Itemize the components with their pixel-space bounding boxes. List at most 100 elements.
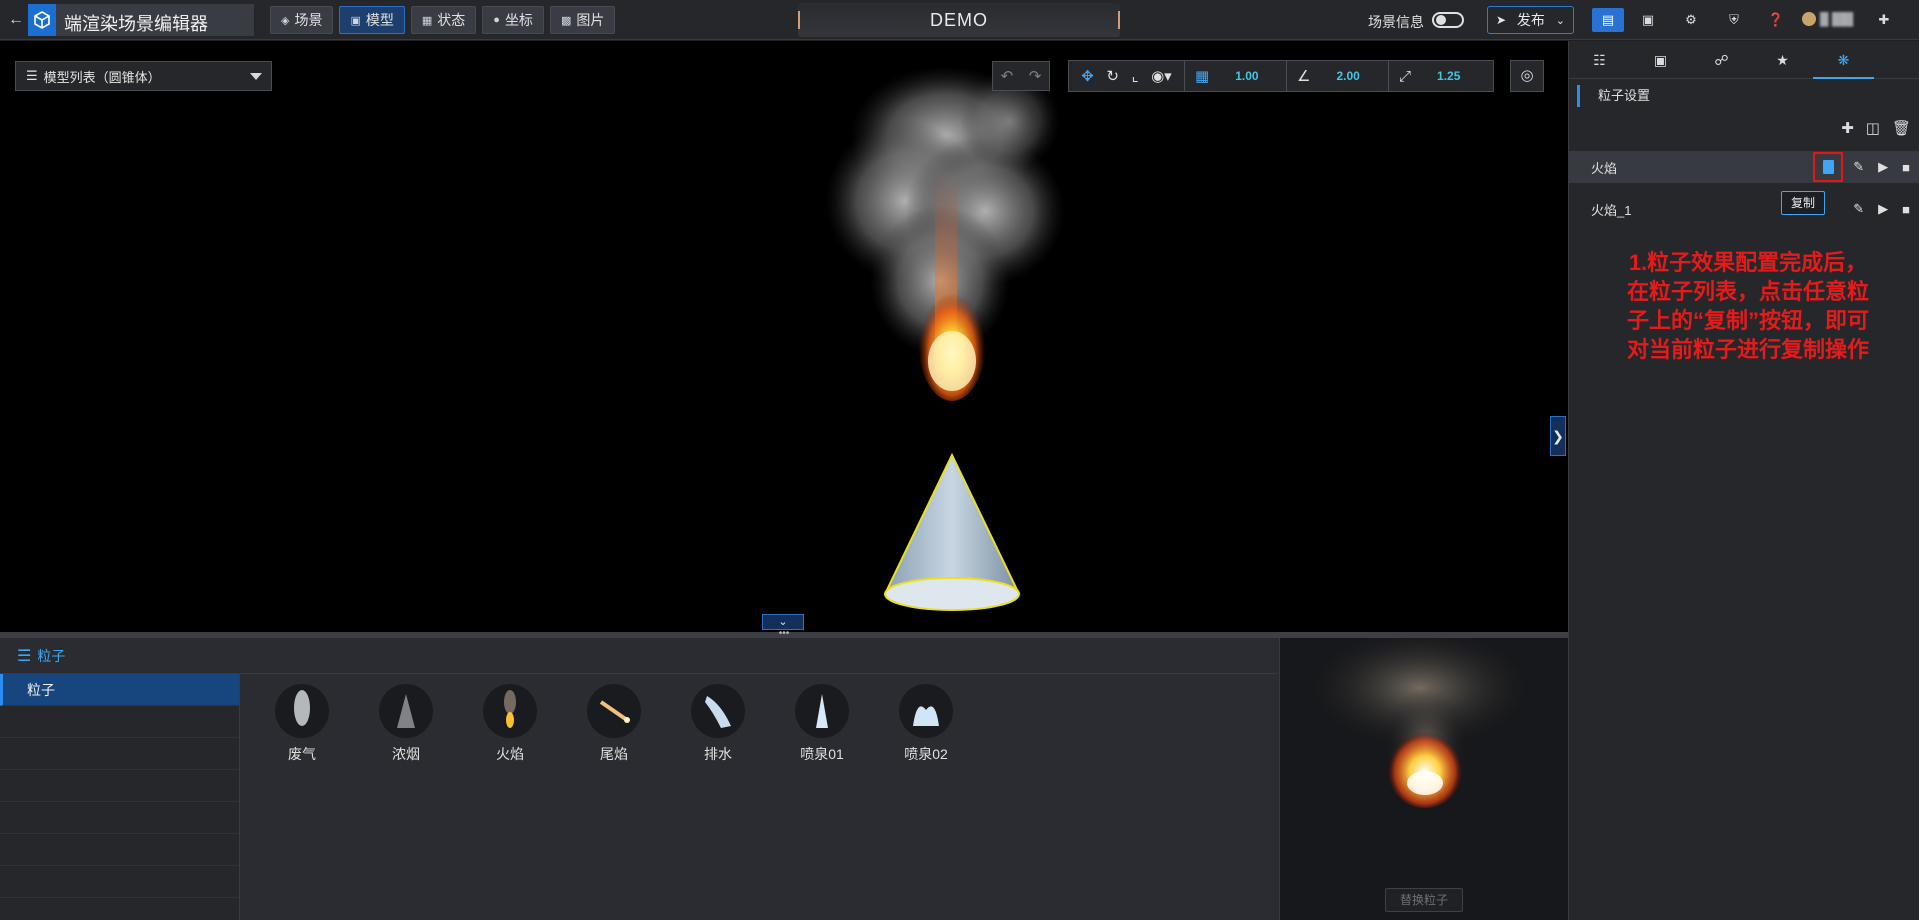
nav-image-label: 图片: [576, 12, 605, 28]
menu-icon: ☰: [26, 68, 38, 83]
editor-app: ← 端渲染场景编辑器 ◈ 场景 ▣ 模型 ▦ 状态 ● 坐标 ▩ 图片 DEMO 场景信息…: [0, 0, 1919, 920]
category-row-empty: [0, 802, 239, 834]
camera-mode-icon[interactable]: ◉▾: [1151, 67, 1172, 85]
nav-scene-label: 场景: [294, 12, 323, 28]
nav-image-button[interactable]: ▩ 图片: [549, 6, 616, 34]
category-item-particle[interactable]: 粒子: [0, 674, 239, 706]
trash-icon[interactable]: 🗑: [1892, 119, 1911, 137]
model-list-select[interactable]: ☰ 模型列表（圆锥体）: [15, 61, 272, 91]
angle-snap[interactable]: ∠ 2.00: [1287, 61, 1389, 91]
fire-thumb-icon: [483, 684, 537, 738]
fountain01-thumb-icon: [795, 684, 849, 738]
scene-info-label: 场景信息: [1368, 14, 1424, 30]
tail-flame-thumb-icon: [587, 684, 641, 738]
annotation-line: 1.粒子效果配置完成后，: [1628, 250, 1868, 275]
pin-tool-icon[interactable]: ✚: [1874, 10, 1894, 30]
particle-row[interactable]: 火焰 ✎ ▶ ■: [1569, 151, 1919, 183]
grid-snap[interactable]: ▦ 1.00: [1185, 61, 1287, 91]
nav-scene-button[interactable]: ◈ 场景: [270, 6, 334, 34]
category-row-empty: [0, 706, 239, 738]
axis-icon[interactable]: ⌞: [1132, 67, 1139, 85]
particle-item-fountain01[interactable]: 喷泉01: [770, 684, 874, 764]
stop-icon[interactable]: ■: [1902, 160, 1910, 175]
replace-particle-button[interactable]: 替换粒子: [1385, 888, 1463, 912]
nav-coord-button[interactable]: ● 坐标: [482, 6, 544, 34]
particle-item-drain[interactable]: 排水: [666, 684, 770, 764]
tab-animation-icon[interactable]: ☍: [1691, 41, 1752, 79]
tab-hierarchy-icon[interactable]: ☷: [1569, 41, 1630, 79]
camera-reset-icon[interactable]: ◎: [1510, 60, 1544, 92]
model-select-value: 模型列表（圆锥体）: [43, 69, 161, 85]
add-icon[interactable]: ✚: [1841, 119, 1854, 137]
scale-snap[interactable]: ⤢ 1.25: [1389, 61, 1493, 91]
exhaust-thumb-icon: [275, 684, 329, 738]
rotate-icon[interactable]: ↻: [1106, 67, 1119, 85]
tab-material-icon[interactable]: ▣: [1630, 41, 1691, 79]
preview-icon[interactable]: ▣: [1638, 10, 1658, 30]
redo-icon[interactable]: ↷: [1029, 67, 1042, 85]
particle-list-actions: ✚ ◫ 🗑: [1841, 119, 1911, 137]
play-icon[interactable]: ▶: [1878, 201, 1888, 217]
particle-label: 火焰: [496, 746, 524, 762]
particle-label: 尾焰: [600, 746, 628, 762]
avatar[interactable]: [1802, 12, 1816, 26]
particle-library-panel: ••• ☰ 粒子 粒子 废气 浓烟 火焰 尾焰 排水 喷泉01 喷泉02 替换粒…: [0, 629, 1568, 920]
3d-viewport[interactable]: ☰ 模型列表（圆锥体） ↶ ↷ ✥ ↻ ⌞ ◉▾ ▦ 1.00 ∠ 2.00 ⤢…: [0, 41, 1568, 632]
demo-title-box: DEMO: [798, 3, 1120, 37]
tutorial-annotation: 1.粒子效果配置完成后， 在粒子列表，点击任意粒 子上的“复制”按钮，即可 对当…: [1598, 248, 1898, 364]
tab-favorites-icon[interactable]: ★: [1752, 41, 1813, 79]
bracket-icon[interactable]: ◫: [1866, 119, 1880, 137]
angle-snap-value: 2.00: [1336, 69, 1360, 83]
edit-icon[interactable]: ✎: [1853, 159, 1864, 175]
demo-title: DEMO: [930, 10, 988, 30]
preview-render: [1310, 638, 1530, 808]
pin-icon: ●: [493, 14, 500, 26]
particle-item-smoke[interactable]: 浓烟: [354, 684, 458, 764]
particle-item-exhaust[interactable]: 废气: [250, 684, 354, 764]
save-icon[interactable]: ▤: [1592, 8, 1624, 32]
stop-icon[interactable]: ■: [1902, 202, 1910, 217]
caret-down-icon: [250, 73, 262, 80]
particle-item-fire[interactable]: 火焰: [458, 684, 562, 764]
category-row-empty: [0, 770, 239, 802]
scene-info-toggle[interactable]: [1432, 12, 1464, 28]
nav-model-button[interactable]: ▣ 模型: [339, 6, 405, 34]
app-title-box: 端渲染场景编辑器: [56, 4, 254, 36]
particle-item-fountain02[interactable]: 喷泉02: [874, 684, 978, 764]
publish-label: 发布: [1516, 12, 1545, 28]
grid-icon: ▦: [421, 14, 433, 27]
grid-snap-value: 1.00: [1235, 69, 1259, 83]
right-panel-tabs: ☷ ▣ ☍ ★ ❋: [1569, 41, 1919, 79]
nav-state-button[interactable]: ▦ 状态: [410, 6, 477, 34]
nav-state-label: 状态: [437, 12, 466, 28]
cube-icon: ▣: [350, 14, 361, 27]
particle-label: 排水: [704, 746, 732, 762]
particle-library-header: ☰ 粒子: [0, 638, 1277, 674]
annotation-line: 子上的“复制”按钮，即可: [1626, 308, 1869, 333]
undo-icon[interactable]: ↶: [1001, 67, 1014, 85]
particle-row-name: 火焰: [1591, 160, 1618, 176]
transform-toolbar: ✥ ↻ ⌞ ◉▾ ▦ 1.00 ∠ 2.00 ⤢ 1.25: [1068, 60, 1494, 92]
fountain02-thumb-icon: [899, 684, 953, 738]
expand-right-chevron-icon[interactable]: ❯: [1550, 416, 1566, 456]
move-icon[interactable]: ✥: [1081, 67, 1094, 85]
menu-icon: ☰: [17, 647, 32, 665]
copy-button[interactable]: [1813, 152, 1844, 182]
drain-thumb-icon: [691, 684, 745, 738]
particle-label: 浓烟: [392, 746, 420, 762]
edit-icon[interactable]: ✎: [1853, 201, 1864, 217]
settings-gear-icon[interactable]: ⚙: [1681, 10, 1701, 30]
back-arrow-icon[interactable]: ←: [6, 10, 26, 30]
annotation-line: 对当前粒子进行复制操作: [1626, 337, 1869, 362]
transform-modes: ✥ ↻ ⌞ ◉▾: [1069, 61, 1185, 91]
particle-settings-title: 粒子设置: [1577, 85, 1650, 107]
particle-label: 喷泉02: [904, 746, 948, 762]
particle-item-tail-flame[interactable]: 尾焰: [562, 684, 666, 764]
play-icon[interactable]: ▶: [1878, 159, 1888, 175]
publish-button[interactable]: ➤ 发布 ⌄: [1487, 6, 1574, 34]
particle-row[interactable]: 火焰_1 ✎ ▶ ■: [1569, 193, 1919, 225]
tab-particles-icon[interactable]: ❋: [1813, 41, 1874, 79]
shield-icon[interactable]: ⛨: [1724, 10, 1744, 30]
send-icon: ➤: [1496, 13, 1507, 27]
help-icon[interactable]: ❓: [1766, 10, 1786, 30]
